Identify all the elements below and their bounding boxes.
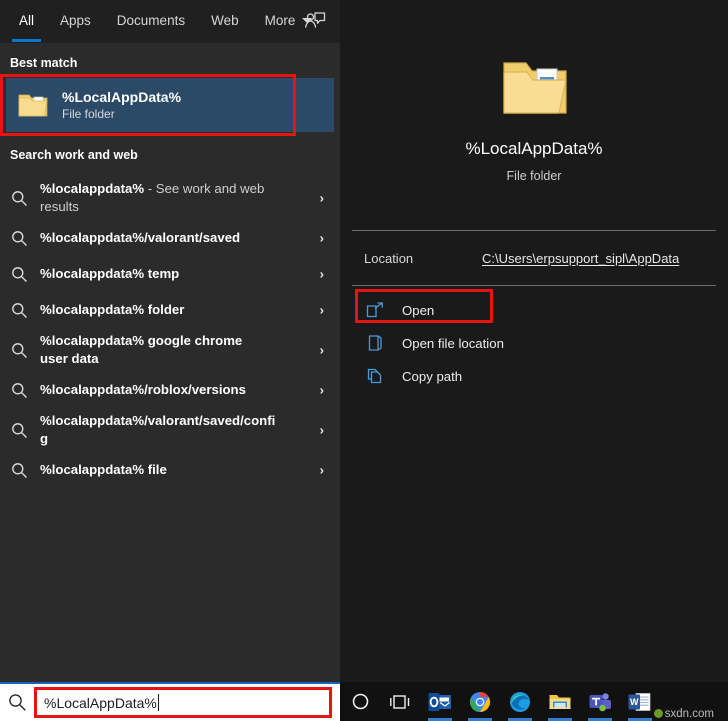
location-row: Location C:\Users\erpsupport_sipl\AppDat…: [340, 231, 728, 285]
list-item-label: %localappdata% - See work and web result…: [40, 181, 265, 214]
best-match-texts: %LocalAppData% File folder: [62, 89, 181, 121]
tab-documents[interactable]: Documents: [104, 0, 198, 41]
search-icon: [8, 342, 30, 359]
tab-all[interactable]: All: [6, 0, 47, 42]
teams-icon[interactable]: [580, 682, 620, 721]
preview-subtitle: File folder: [506, 169, 562, 183]
folder-open-icon: [364, 334, 386, 352]
taskbar: %LocalAppData% W sxdn.com: [0, 682, 728, 721]
chevron-right-icon: ›: [319, 422, 324, 438]
list-item[interactable]: %localappdata% google chrome user data ›: [0, 328, 340, 372]
search-input[interactable]: %LocalAppData%: [34, 687, 332, 718]
tab-all-label: All: [19, 13, 35, 28]
outlook-icon[interactable]: [420, 682, 460, 721]
search-icon: [8, 190, 30, 207]
search-icon: [8, 462, 30, 479]
search-web-heading: Search work and web: [10, 148, 138, 162]
chevron-right-icon: ›: [319, 190, 324, 206]
action-open[interactable]: Open: [340, 289, 728, 326]
chrome-icon[interactable]: [460, 682, 500, 721]
search-icon: [8, 266, 30, 283]
list-item-label: %localappdata% temp: [40, 266, 180, 281]
tab-web-label: Web: [211, 13, 239, 28]
chevron-right-icon: ›: [319, 302, 324, 318]
best-match-heading: Best match: [10, 56, 78, 70]
text-caret: [157, 694, 159, 711]
list-item[interactable]: %localappdata% - See work and web result…: [0, 176, 340, 220]
location-path-link[interactable]: C:\Users\erpsupport_sipl\AppData: [482, 251, 679, 266]
list-item-label: %localappdata% folder: [40, 302, 185, 317]
windows-search-screen: All Apps Documents Web More Best match %…: [0, 0, 728, 721]
globe-icon: [653, 709, 663, 718]
search-results-pane: All Apps Documents Web More Best match %…: [0, 0, 340, 682]
best-match-container: %LocalAppData% File folder: [0, 74, 334, 136]
taskbar-search-box[interactable]: %LocalAppData%: [0, 682, 340, 721]
list-item-label: %localappdata%/valorant/saved/config: [40, 413, 276, 446]
cortana-icon[interactable]: [340, 682, 380, 721]
chevron-right-icon: ›: [319, 462, 324, 478]
list-item[interactable]: %localappdata% file ›: [0, 452, 340, 488]
search-filter-tabs: All Apps Documents Web More: [0, 0, 340, 44]
folder-icon-large: [503, 62, 567, 114]
edge-icon[interactable]: [500, 682, 540, 721]
search-icon: [8, 302, 30, 319]
folder-icon: [18, 94, 48, 117]
watermark-text: sxdn.com: [664, 708, 714, 720]
search-icon: [8, 422, 30, 439]
preview-title: %LocalAppData%: [465, 139, 603, 158]
copy-icon: [364, 367, 386, 385]
tab-apps-label: Apps: [60, 13, 91, 28]
search-input-value: %LocalAppData%: [44, 694, 157, 711]
list-item[interactable]: %localappdata% temp ›: [0, 256, 340, 292]
feedback-button[interactable]: [298, 4, 332, 38]
preview-header: %LocalAppData% File folder: [340, 8, 728, 230]
chevron-right-icon: ›: [319, 230, 324, 246]
action-copy-path-label: Copy path: [402, 368, 463, 384]
list-item[interactable]: %localappdata%/valorant/saved/config ›: [0, 408, 340, 452]
svg-text:W: W: [630, 697, 639, 707]
list-item-label: %localappdata%/valorant/saved: [40, 230, 241, 245]
search-icon: [8, 382, 30, 399]
chevron-right-icon: ›: [319, 382, 324, 398]
web-results-list: %localappdata% - See work and web result…: [0, 170, 340, 488]
action-open-file-location-label: Open file location: [402, 335, 504, 351]
best-match-item[interactable]: %LocalAppData% File folder: [6, 78, 334, 132]
action-open-file-location[interactable]: Open file location: [340, 327, 728, 359]
chevron-right-icon: ›: [319, 266, 324, 282]
list-item[interactable]: %localappdata%/valorant/saved ›: [0, 220, 340, 256]
location-label: Location: [364, 250, 414, 266]
search-icon: [8, 230, 30, 247]
task-view-icon[interactable]: [380, 682, 420, 721]
action-open-label: Open: [402, 302, 435, 318]
search-icon: [0, 693, 34, 712]
preview-pane: %LocalAppData% File folder Location C:\U…: [340, 0, 728, 682]
best-match-subtitle: File folder: [62, 107, 115, 121]
list-item-label: %localappdata% file: [40, 462, 167, 477]
list-item-label: %localappdata%/roblox/versions: [40, 382, 246, 397]
list-item[interactable]: %localappdata% folder ›: [0, 292, 340, 328]
chevron-right-icon: ›: [319, 342, 324, 358]
list-item[interactable]: %localappdata%/roblox/versions ›: [0, 372, 340, 408]
action-copy-path[interactable]: Copy path: [340, 360, 728, 392]
action-list: Open Open file location Copy path: [340, 286, 728, 392]
tab-documents-label: Documents: [116, 13, 186, 28]
list-item-label: %localappdata% google chrome user data: [40, 333, 243, 366]
tab-more-label: More: [264, 13, 296, 28]
file-explorer-icon[interactable]: [540, 682, 580, 721]
tab-web[interactable]: Web: [198, 0, 252, 41]
best-match-title: %LocalAppData%: [62, 89, 182, 105]
open-external-icon: [364, 302, 386, 318]
tabbar-divider: [0, 43, 340, 44]
feedback-person-icon: [304, 12, 326, 28]
watermark: sxdn.com: [653, 708, 714, 720]
search-flyout: All Apps Documents Web More Best match %…: [0, 0, 728, 682]
tab-apps[interactable]: Apps: [47, 0, 104, 41]
